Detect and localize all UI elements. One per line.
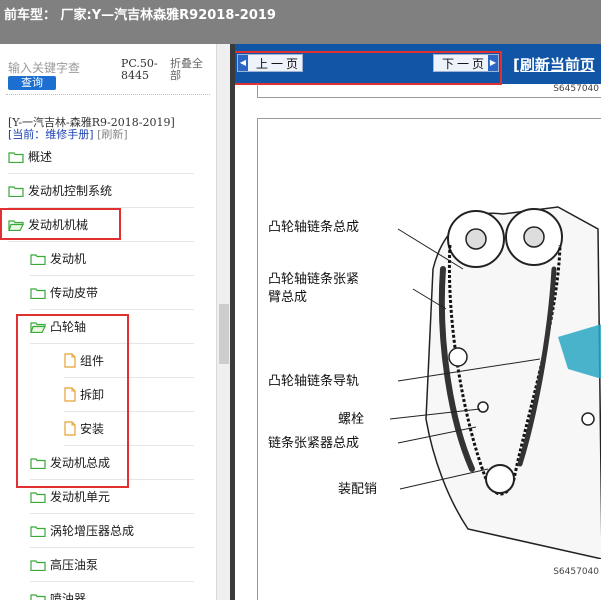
divider [6, 94, 210, 95]
callout-label: 臂总成 [268, 290, 308, 305]
tree-item[interactable]: 高压油泵 [30, 548, 194, 582]
tree-item[interactable]: 拆卸 [64, 378, 194, 412]
tree-item-label: 喷油器 [50, 592, 87, 600]
tree-item[interactable]: 涡轮增压器总成 [30, 514, 194, 548]
callout-label: 螺栓 [338, 412, 365, 427]
folder-icon [30, 253, 46, 265]
scrollbar-thumb[interactable] [219, 304, 229, 364]
tree-item-label: 概述 [28, 150, 53, 164]
tree-item-label: 凸轮轴 [50, 320, 87, 334]
next-page-button[interactable]: 下一页 ▶ [433, 54, 499, 72]
arrow-left-icon: ◀ [238, 55, 248, 71]
folder-icon [30, 593, 46, 600]
tree-item-label: 发动机控制系统 [28, 184, 113, 198]
figure-code: S6457040 [553, 84, 599, 94]
tree-item[interactable]: 发动机控制系统 [8, 174, 194, 208]
folder-open-icon [8, 219, 24, 231]
tree-item[interactable]: 发动机机械 [8, 208, 194, 242]
tree-item-label: 传动皮带 [50, 286, 99, 300]
tree-item-label: 安装 [80, 422, 105, 436]
tree-item-label: 拆卸 [80, 388, 105, 402]
folder-icon [30, 559, 46, 571]
tree-item-label: 高压油泵 [50, 558, 99, 572]
left-sidebar: 查询 PC.50-8445 折叠全部 [Y-一汽吉林-森雅R9-2018-201… [0, 44, 216, 600]
tree-item-label: 发动机 [50, 252, 87, 266]
tree-item-label: 发动机总成 [50, 456, 111, 470]
tree-item[interactable]: 组件 [64, 344, 194, 378]
prev-page-button[interactable]: ◀ 上一页 [237, 54, 303, 72]
callout-label: 链条张紧器总成 [268, 436, 360, 451]
tree-item[interactable]: 概述 [8, 140, 194, 174]
tree-item[interactable]: 发动机总成 [30, 446, 194, 480]
callout-label: 凸轮轴链条导轨 [268, 374, 360, 389]
tree-item[interactable]: 喷油器 [30, 582, 194, 600]
tree-item[interactable]: 发动机单元 [30, 480, 194, 514]
page-navbar: ◀ 上一页 下一页 ▶ [刷新当前页 [235, 44, 601, 85]
tree-item-label: 发动机单元 [50, 490, 111, 504]
folder-icon [8, 151, 24, 163]
content-pane: ◀ 上一页 下一页 ▶ [刷新当前页 S6457040 凸轮轴链条总成 凸轮轴链… [235, 44, 601, 600]
tree-item[interactable]: 发动机 [30, 242, 194, 276]
callout-label: 装配销 [338, 482, 378, 497]
document-icon [64, 387, 76, 402]
folder-icon [8, 185, 24, 197]
folder-icon [30, 287, 46, 299]
title-bar: 前车型： 厂家:Y—汽吉林森雅R92018-2019 [0, 0, 601, 44]
pc-code: PC.50-8445 [121, 57, 158, 82]
tree-item[interactable]: 凸轮轴 [30, 310, 194, 344]
folder-icon [30, 491, 46, 503]
callout-label: 凸轮轴链条总成 [268, 220, 360, 235]
collapse-all-link[interactable]: 折叠全部 [170, 58, 210, 82]
document-icon [64, 353, 76, 368]
tree-item-label: 发动机机械 [28, 218, 89, 232]
previous-figure-bottom: S6457040 [257, 84, 601, 98]
search-row: 查询 PC.50-8445 折叠全部 [0, 50, 216, 94]
figure-code: S6457040 [553, 567, 599, 577]
query-button[interactable]: 查询 [8, 76, 56, 90]
folder-icon [30, 457, 46, 469]
vehicle-title: 前车型： 厂家:Y—汽吉林森雅R92018-2019 [4, 8, 276, 23]
folder-open-icon [30, 321, 46, 333]
sidebar-scrollbar[interactable] [216, 44, 230, 600]
refresh-page-link[interactable]: [刷新当前页 [513, 54, 595, 75]
tree-item[interactable]: 传动皮带 [30, 276, 194, 310]
folder-icon [30, 525, 46, 537]
callout-label: 凸轮轴链条张紧 [268, 272, 360, 287]
manual-figure: 凸轮轴链条总成 凸轮轴链条张紧 臂总成 凸轮轴链条导轨 螺栓 链条张紧器总成 装… [257, 118, 601, 600]
document-icon [64, 421, 76, 436]
search-input[interactable] [8, 60, 116, 76]
tree-item[interactable]: 安装 [64, 412, 194, 446]
engine-diagram [389, 206, 601, 559]
tree-item-label: 组件 [80, 354, 105, 368]
tree-item-label: 涡轮增压器总成 [50, 524, 135, 538]
arrow-right-icon: ▶ [488, 55, 498, 71]
